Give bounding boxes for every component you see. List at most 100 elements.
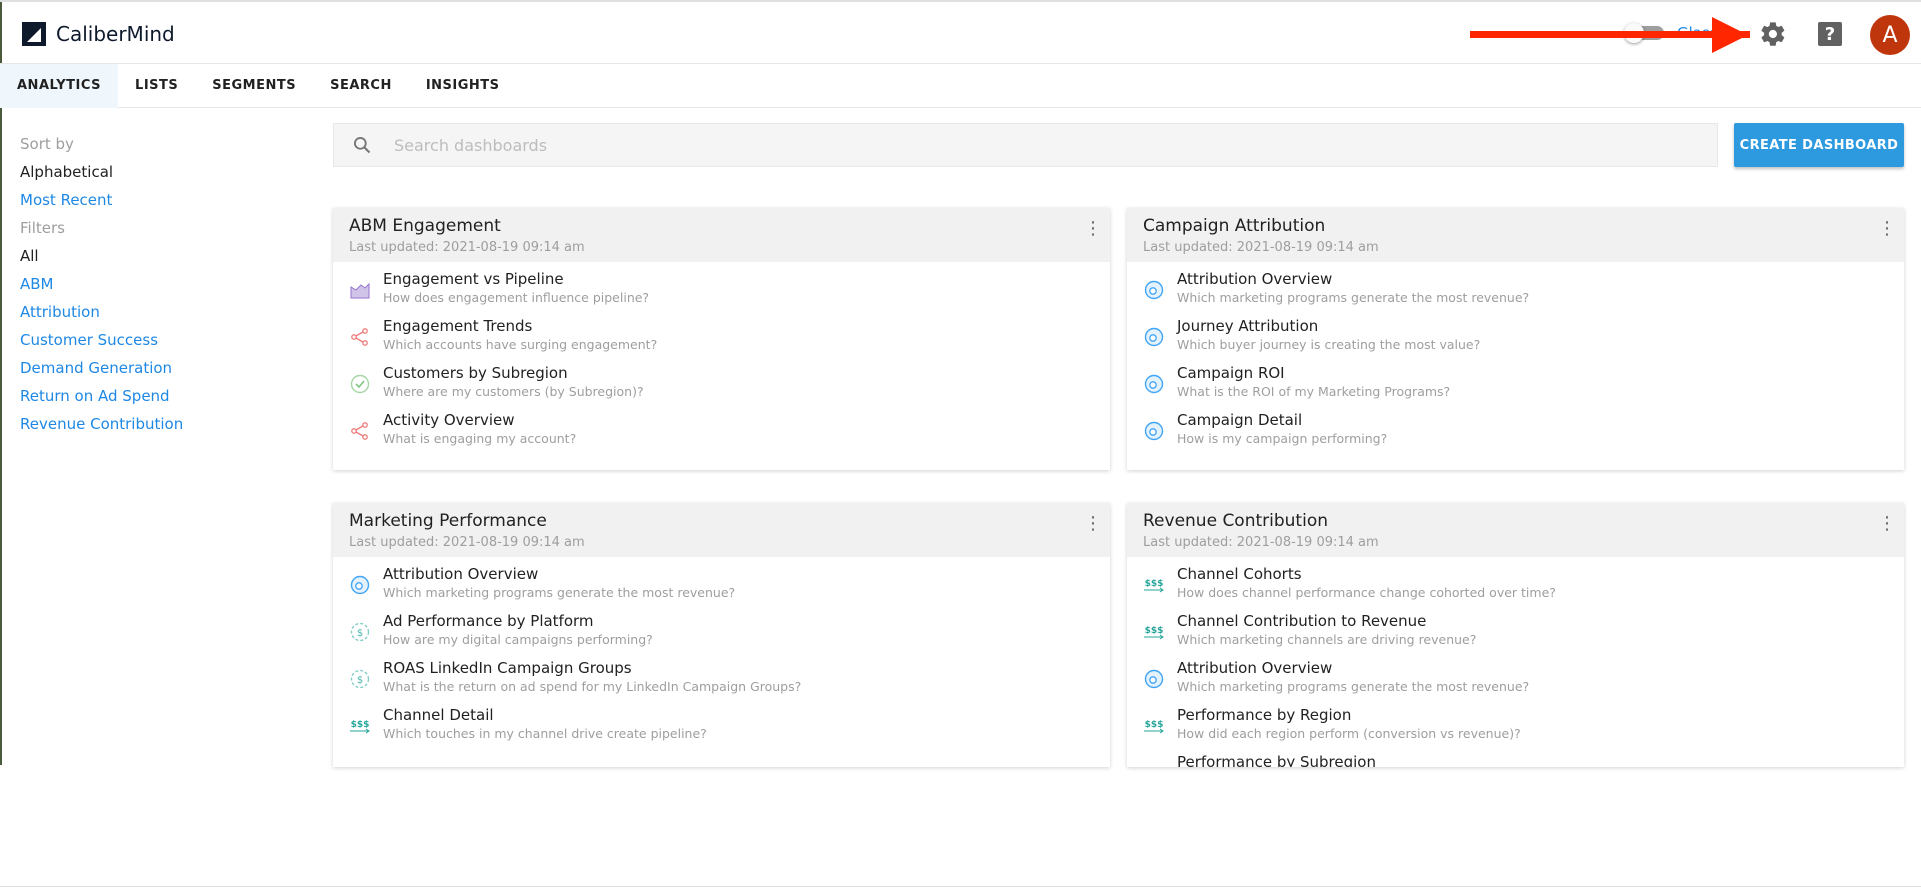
item-description: Which marketing programs generate the mo… bbox=[1177, 679, 1530, 694]
money-flow-icon: $$$ bbox=[1143, 621, 1165, 643]
gear-icon bbox=[1761, 22, 1785, 46]
sort-heading: Sort by bbox=[20, 135, 74, 153]
dashboard-item[interactable]: Engagement Trends Which accounts have su… bbox=[349, 314, 1094, 361]
filter-return-on-ad-spend[interactable]: Return on Ad Spend bbox=[20, 382, 183, 410]
filter-all[interactable]: All bbox=[20, 242, 183, 270]
search-input[interactable] bbox=[394, 135, 1594, 155]
item-description: Where are my customers (by Subregion)? bbox=[383, 384, 644, 399]
item-title: Campaign Detail bbox=[1177, 411, 1303, 429]
card-title[interactable]: Revenue Contribution bbox=[1143, 511, 1888, 531]
dashboard-item[interactable]: Campaign ROI What is the ROI of my Marke… bbox=[1143, 361, 1888, 408]
dashboard-item[interactable]: Customers by Subregion Where are my cust… bbox=[349, 361, 1094, 408]
dashboard-item[interactable]: $$$ Performance by Region How did each r… bbox=[1143, 703, 1888, 750]
item-title: Journey Attribution bbox=[1177, 317, 1319, 335]
filter-demand-generation[interactable]: Demand Generation bbox=[20, 354, 183, 382]
area-chart-icon bbox=[349, 279, 371, 301]
donut-chart-icon bbox=[1143, 326, 1165, 348]
dollar-cycle-icon: $ bbox=[349, 621, 371, 643]
help-button[interactable]: ? bbox=[1814, 18, 1846, 50]
dashboard-item[interactable]: $$$ Channel Contribution to Revenue Whic… bbox=[1143, 609, 1888, 656]
card-header[interactable]: ABM Engagement Last updated: 2021-08-19 … bbox=[333, 208, 1110, 262]
tab-segments[interactable]: SEGMENTS bbox=[195, 64, 313, 108]
tab-insights[interactable]: INSIGHTS bbox=[409, 64, 517, 108]
dashboard-item[interactable]: $$$ Performance by Subregion bbox=[1143, 750, 1888, 767]
filter-customer-success[interactable]: Customer Success bbox=[20, 326, 183, 354]
dashboard-item[interactable]: Attribution Overview Which marketing pro… bbox=[1143, 656, 1888, 703]
item-title: Channel Contribution to Revenue bbox=[1177, 612, 1427, 630]
settings-button[interactable] bbox=[1757, 18, 1789, 50]
avatar[interactable]: A bbox=[1870, 15, 1910, 55]
item-title: Activity Overview bbox=[383, 411, 515, 429]
more-options-icon[interactable]: ⋮ bbox=[1878, 515, 1896, 533]
item-description: What is the ROI of my Marketing Programs… bbox=[1177, 384, 1451, 399]
more-options-icon[interactable]: ⋮ bbox=[1084, 515, 1102, 533]
logo[interactable]: CaliberMind bbox=[22, 22, 175, 46]
more-options-icon[interactable]: ⋮ bbox=[1878, 220, 1896, 238]
search-icon bbox=[354, 137, 371, 154]
item-title: Engagement vs Pipeline bbox=[383, 270, 564, 288]
sort-alphabetical[interactable]: Alphabetical bbox=[20, 158, 183, 186]
share-nodes-icon bbox=[349, 420, 371, 442]
item-title: ROAS LinkedIn Campaign Groups bbox=[383, 659, 632, 677]
dashboard-item[interactable]: Activity Overview What is engaging my ac… bbox=[349, 408, 1094, 455]
donut-chart-icon bbox=[1143, 420, 1165, 442]
svg-text:$$$: $$$ bbox=[1145, 626, 1164, 636]
dashboard-item[interactable]: Campaign Detail How is my campaign perfo… bbox=[1143, 408, 1888, 455]
last-updated: Last updated: 2021-08-19 09:14 am bbox=[349, 535, 585, 550]
tab-lists[interactable]: LISTS bbox=[118, 64, 195, 108]
tab-search[interactable]: SEARCH bbox=[313, 64, 409, 108]
filter-attribution[interactable]: Attribution bbox=[20, 298, 183, 326]
logo-mark-icon bbox=[22, 22, 46, 46]
dashboard-item[interactable]: $$$ Channel Detail Which touches in my c… bbox=[349, 703, 1094, 750]
background-edge bbox=[0, 0, 2, 765]
more-options-icon[interactable]: ⋮ bbox=[1084, 220, 1102, 238]
item-title: Attribution Overview bbox=[1177, 270, 1333, 288]
item-title: Ad Performance by Platform bbox=[383, 612, 594, 630]
donut-chart-icon bbox=[1143, 279, 1165, 301]
dashboard-card: Revenue Contribution Last updated: 2021-… bbox=[1127, 503, 1904, 767]
item-description: Which accounts have surging engagement? bbox=[383, 337, 658, 352]
tab-analytics[interactable]: ANALYTICS bbox=[0, 64, 119, 108]
money-flow-icon: $$$ bbox=[1143, 574, 1165, 596]
card-title[interactable]: ABM Engagement bbox=[349, 216, 1094, 236]
sort-most-recent[interactable]: Most Recent bbox=[20, 186, 183, 214]
dashboard-item[interactable]: Attribution Overview Which marketing pro… bbox=[1143, 267, 1888, 314]
card-header[interactable]: Campaign Attribution Last updated: 2021-… bbox=[1127, 208, 1904, 262]
dashboard-item[interactable]: $ ROAS LinkedIn Campaign Groups What is … bbox=[349, 656, 1094, 703]
create-dashboard-button[interactable]: CREATE DASHBOARD bbox=[1734, 123, 1904, 167]
last-updated: Last updated: 2021-08-19 09:14 am bbox=[1143, 240, 1379, 255]
card-title[interactable]: Marketing Performance bbox=[349, 511, 1094, 531]
item-description: Which marketing channels are driving rev… bbox=[1177, 632, 1477, 647]
filter-revenue-contribution[interactable]: Revenue Contribution bbox=[20, 410, 183, 438]
sidebar: Sort by Alphabetical Most Recent Filters… bbox=[20, 130, 183, 438]
item-title: Engagement Trends bbox=[383, 317, 533, 335]
dashboard-card: ABM Engagement Last updated: 2021-08-19 … bbox=[333, 208, 1110, 470]
donut-chart-icon bbox=[349, 574, 371, 596]
item-description: Which marketing programs generate the mo… bbox=[1177, 290, 1530, 305]
dashboard-item[interactable]: Attribution Overview Which marketing pro… bbox=[349, 562, 1094, 609]
svg-text:$$$: $$$ bbox=[351, 720, 370, 730]
item-title: Attribution Overview bbox=[383, 565, 539, 583]
card-title[interactable]: Campaign Attribution bbox=[1143, 216, 1888, 236]
dashboard-item[interactable]: $ Ad Performance by Platform How are my … bbox=[349, 609, 1094, 656]
item-title: Channel Cohorts bbox=[1177, 565, 1302, 583]
last-updated: Last updated: 2021-08-19 09:14 am bbox=[349, 240, 585, 255]
divider bbox=[0, 886, 1921, 887]
dashboard-item[interactable]: Engagement vs Pipeline How does engageme… bbox=[349, 267, 1094, 314]
item-description: How did each region perform (conversion … bbox=[1177, 726, 1521, 741]
top-bar: CaliberMind Glass ? A bbox=[0, 0, 1921, 64]
check-circle-icon bbox=[349, 373, 371, 395]
search-bar bbox=[333, 123, 1718, 167]
money-flow-icon: $$$ bbox=[349, 715, 371, 737]
money-flow-icon: $$$ bbox=[1143, 715, 1165, 737]
dashboard-item[interactable]: $$$ Channel Cohorts How does channel per… bbox=[1143, 562, 1888, 609]
item-title: Attribution Overview bbox=[1177, 659, 1333, 677]
main-nav: ANALYTICS LISTS SEGMENTS SEARCH INSIGHTS bbox=[0, 64, 1921, 108]
filter-abm[interactable]: ABM bbox=[20, 270, 183, 298]
item-description: How is my campaign performing? bbox=[1177, 431, 1388, 446]
annotation-arrow-head bbox=[1712, 17, 1748, 53]
dashboard-card: Marketing Performance Last updated: 2021… bbox=[333, 503, 1110, 767]
card-header[interactable]: Marketing Performance Last updated: 2021… bbox=[333, 503, 1110, 557]
dashboard-item[interactable]: Journey Attribution Which buyer journey … bbox=[1143, 314, 1888, 361]
card-header[interactable]: Revenue Contribution Last updated: 2021-… bbox=[1127, 503, 1904, 557]
